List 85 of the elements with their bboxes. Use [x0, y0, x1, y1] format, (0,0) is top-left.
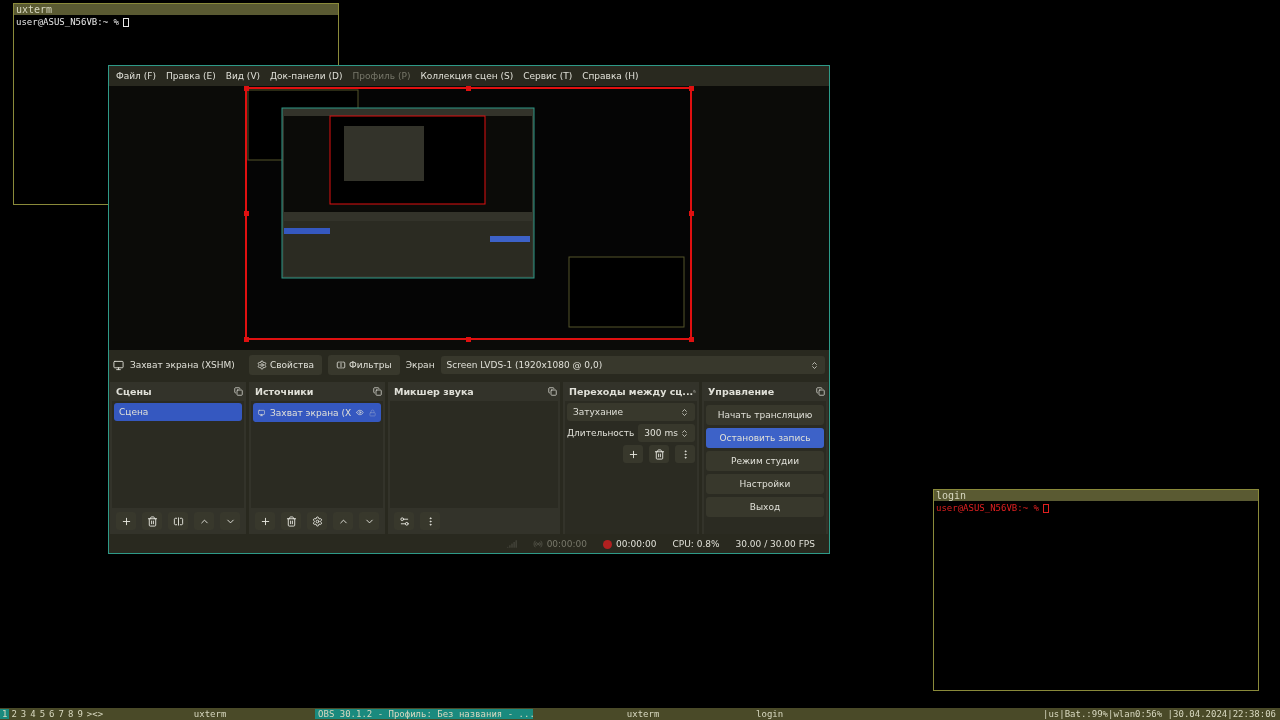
workspace-tab[interactable]: 4 — [28, 709, 38, 719]
more-button[interactable] — [675, 445, 695, 463]
audio-settings-button[interactable] — [394, 512, 414, 530]
scene-item[interactable]: Сцена — [114, 403, 242, 421]
dock-title: Переходы между сц... — [569, 386, 694, 397]
settings-button[interactable] — [307, 512, 327, 530]
delete-button[interactable] — [142, 512, 162, 530]
workspace-tab[interactable]: 3 — [18, 709, 29, 719]
filter-icon — [335, 360, 346, 370]
delete-button[interactable] — [649, 445, 669, 463]
control-button[interactable]: Выход — [706, 497, 824, 517]
properties-button[interactable]: Свойства — [249, 355, 322, 375]
move-up-button[interactable] — [194, 512, 214, 530]
workspace-tab[interactable]: 8 — [65, 709, 76, 719]
source-name: Захват экрана (XSHM) — [130, 360, 235, 370]
menu-item[interactable]: Коллекция сцен (S) — [420, 71, 514, 81]
control-button[interactable]: Настройки — [706, 474, 824, 494]
workspace-tab[interactable]: 6 — [47, 709, 57, 719]
move-down-button[interactable] — [220, 512, 240, 530]
terminal-prompt: user@ASUS_N56VB:~ % — [16, 17, 119, 27]
menu-item[interactable]: Правка (E) — [165, 71, 216, 81]
menu-item[interactable]: Вид (V) — [225, 71, 261, 81]
stream-time: 00:00:00 — [546, 539, 588, 549]
add-button[interactable] — [255, 512, 275, 530]
taskbar-window[interactable]: uxterm — [533, 709, 754, 719]
duration-label: Длительность — [567, 428, 635, 438]
transition-select[interactable]: Затухание — [567, 403, 695, 421]
plus-icon — [120, 515, 132, 527]
dock-title: Сцены — [116, 386, 152, 397]
control-button[interactable]: Режим студии — [706, 451, 824, 471]
more-button[interactable] — [420, 512, 440, 530]
taskbar-window[interactable]: uxterm — [105, 709, 316, 719]
trash-icon — [146, 515, 158, 527]
updown-icon — [680, 407, 689, 417]
cpu-usage: CPU: 0.8% — [672, 539, 720, 549]
preview-canvas-drawing[interactable] — [244, 86, 694, 342]
menu-item[interactable]: Справка (H) — [582, 71, 639, 81]
add-button[interactable] — [116, 512, 136, 530]
window-title: login — [934, 490, 1258, 501]
move-down-button[interactable] — [359, 512, 379, 530]
monitor-icon — [258, 407, 266, 418]
taskbar-window[interactable]: login — [753, 709, 914, 719]
workspace-tab[interactable]: 5 — [37, 709, 48, 719]
updown-icon — [680, 428, 689, 438]
filters-button[interactable]: Фильтры — [327, 355, 400, 375]
eye-icon[interactable] — [356, 407, 364, 418]
cursor-icon — [122, 17, 129, 27]
filter-button[interactable] — [168, 512, 188, 530]
system-status: |us|Bat.:99%|wlan0:56% |30.04.2024|22:38:06 — [1043, 709, 1277, 719]
monitor-icon — [113, 359, 124, 371]
menu-item[interactable]: Файл (F) — [116, 71, 156, 81]
filter-icon — [172, 515, 184, 527]
gear-icon — [311, 515, 323, 527]
window-title: uxterm — [14, 4, 338, 15]
duration-field[interactable]: 300 ms — [638, 424, 695, 442]
dock-title: Источники — [255, 386, 314, 397]
workspace-tab[interactable]: 9 — [75, 709, 85, 719]
screen-label: Экран — [405, 360, 435, 370]
terminal-prompt: user@ASUS_N56VB:~ % — [936, 503, 1039, 513]
control-button[interactable]: Начать трансляцию — [706, 405, 824, 425]
gear-icon — [257, 360, 267, 370]
source-item[interactable]: Захват экрана (X — [253, 403, 381, 422]
menu-item[interactable]: Сервис (T) — [523, 71, 573, 81]
workspace-tab[interactable]: 2 — [9, 709, 19, 719]
cursor-icon — [1042, 503, 1049, 513]
plus-icon — [259, 515, 271, 527]
plus-icon — [627, 448, 639, 460]
control-button[interactable]: Остановить запись — [706, 428, 824, 448]
delete-button[interactable] — [281, 512, 301, 530]
stream-icon — [532, 539, 543, 549]
record-time: 00:00:00 — [616, 539, 657, 549]
gears-icon — [398, 515, 410, 527]
add-button[interactable] — [623, 445, 643, 463]
trash-icon — [285, 515, 297, 527]
workspace-tab[interactable]: 7 — [56, 709, 66, 719]
fps-counter: 30.00 / 30.00 FPS — [735, 539, 815, 549]
layout-indicator: ><> — [85, 709, 105, 719]
trash-icon — [653, 448, 665, 460]
source-label: Захват экрана (X — [270, 407, 352, 418]
menu-item[interactable]: Док-панели (D) — [270, 71, 343, 81]
screen-select[interactable]: Screen LVDS-1 (1920x1080 @ 0,0) — [440, 356, 825, 374]
updown-icon — [810, 360, 819, 370]
move-up-button[interactable] — [333, 512, 353, 530]
dock-title: Управление — [708, 386, 775, 397]
dock-title: Микшер звука — [394, 386, 474, 397]
